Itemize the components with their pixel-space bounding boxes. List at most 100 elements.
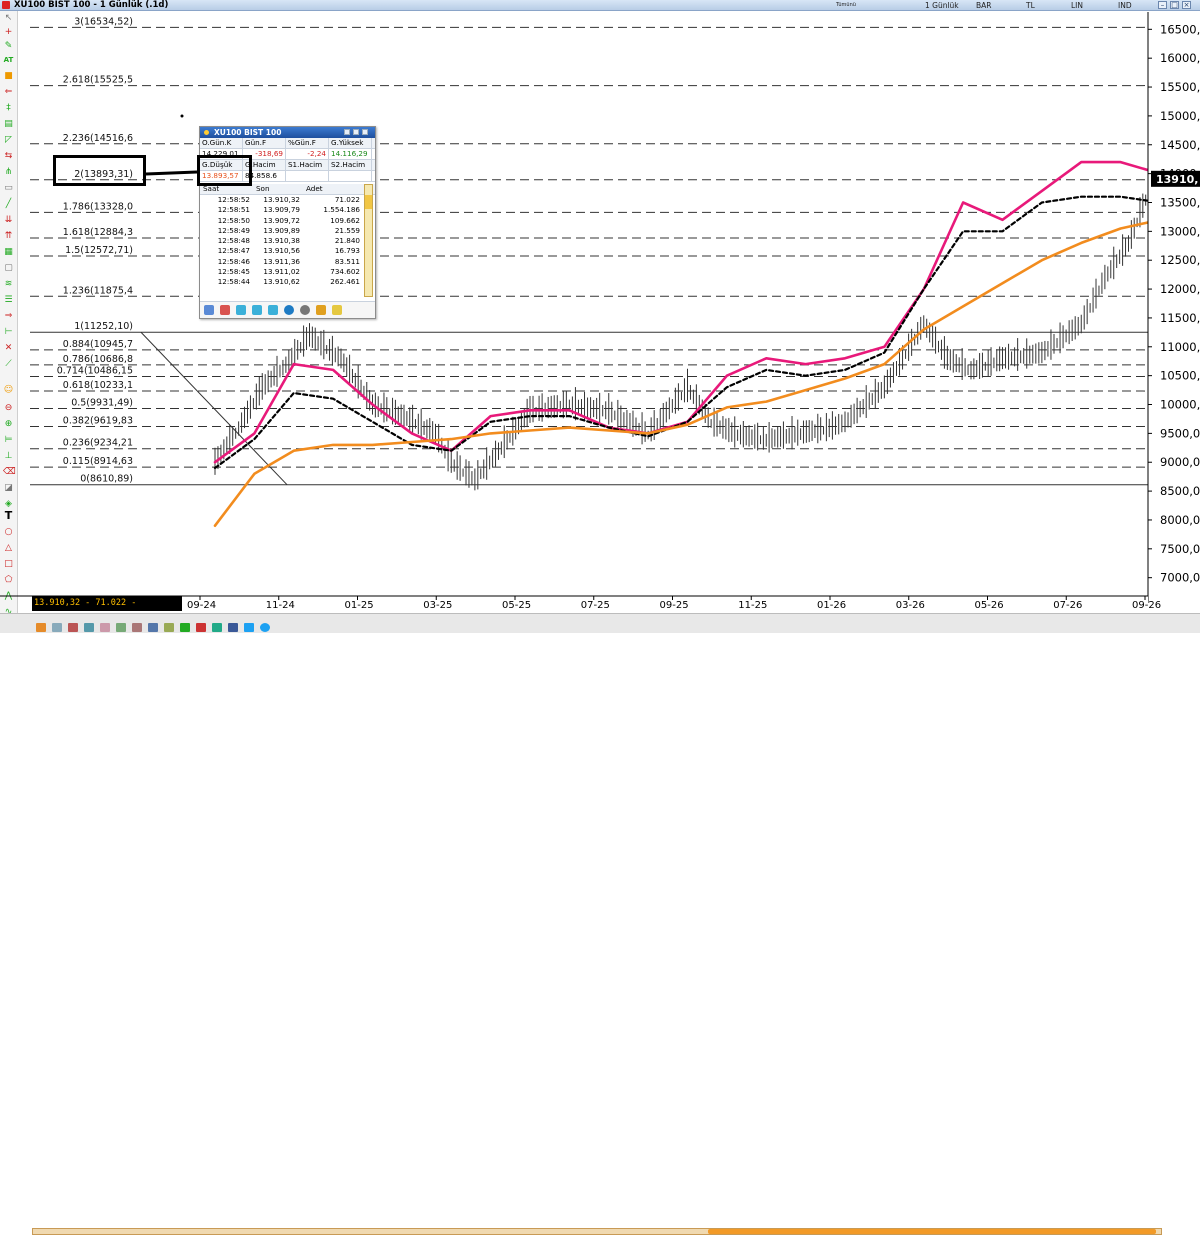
trade-price: 13.909,72 xyxy=(263,215,300,225)
popup-restore-button[interactable] xyxy=(353,129,359,135)
depth-icon[interactable] xyxy=(252,305,262,315)
s1-volume-value xyxy=(286,171,329,181)
trade-qty: 1.554.186 xyxy=(323,205,360,215)
popup-header-row-1: O.Gün.K Gün.F %Gün.F G.Yüksek xyxy=(200,138,375,149)
trade-qty: 734.602 xyxy=(330,267,360,277)
price-tick-label: 16500,0 xyxy=(1160,22,1200,36)
fib-level-label: 1.5(12572,71) xyxy=(65,245,133,256)
trade-qty: 21.559 xyxy=(334,225,360,235)
trade-price: 13.911,02 xyxy=(263,267,300,277)
price-tick-label: 8000,0 xyxy=(1160,513,1200,527)
share-icon[interactable] xyxy=(260,623,270,632)
time-tick-label: 03-26 xyxy=(896,600,925,611)
time-tick-label: 09-25 xyxy=(660,600,689,611)
price-tick-label: 13000,0 xyxy=(1160,224,1200,238)
time-scrollbar-thumb[interactable] xyxy=(708,1229,1156,1234)
highlight-box-fib xyxy=(53,155,146,186)
fib-level-label: 2.236(14516,6 xyxy=(63,133,133,144)
trade-qty: 71.022 xyxy=(334,195,360,204)
pdf-icon[interactable] xyxy=(196,623,206,632)
time-tick-label: 01-26 xyxy=(817,600,846,611)
trade-row: 12:58:49 13.909,89 21.559 xyxy=(200,226,375,236)
twitter-icon[interactable] xyxy=(244,623,254,632)
fib-level-label: 0.618(10233,1 xyxy=(63,380,133,391)
search-icon[interactable] xyxy=(300,305,310,315)
copy-icon[interactable] xyxy=(84,623,94,632)
trade-row: 12:58:51 13.909,79 1.554.186 xyxy=(200,205,375,215)
time-tick-label: 11-25 xyxy=(738,600,767,611)
time-tick-label: 03-25 xyxy=(423,600,452,611)
trades-list[interactable]: 12:58:52 13.910,32 71.022 12:58:51 13.909,7… xyxy=(200,195,375,288)
time-tick-label: 09-24 xyxy=(187,600,216,611)
price-tick-label: 9500,0 xyxy=(1160,426,1200,440)
time-scrollbar[interactable] xyxy=(32,1228,1162,1235)
popup-toolbar xyxy=(200,301,375,318)
popup-minimize-button[interactable] xyxy=(344,129,350,135)
trade-qty: 262.461 xyxy=(330,277,360,287)
trade-price: 13.909,79 xyxy=(263,205,300,215)
trade-qty: 109.662 xyxy=(330,215,360,225)
price-tick-label: 15000,0 xyxy=(1160,109,1200,123)
fib-level-label: 1.618(12884,3 xyxy=(63,227,133,238)
alert-icon[interactable] xyxy=(220,305,230,315)
table-icon[interactable] xyxy=(236,305,246,315)
price-axis-bg xyxy=(1148,12,1200,596)
trade-row: 12:58:45 13.911,02 734.602 xyxy=(200,267,375,277)
trade-price: 13.910,56 xyxy=(263,246,300,256)
trades-scrollbar[interactable] xyxy=(364,184,373,297)
time-tick-label: 05-25 xyxy=(502,600,531,611)
trade-time: 12:58:51 xyxy=(217,205,250,215)
trade-qty: 83.511 xyxy=(334,256,360,266)
time-tick-label: 11-24 xyxy=(266,600,295,611)
last-trade-status: 13.910,32 - 71.022 - 12:58:52 xyxy=(32,596,182,623)
bars-icon[interactable] xyxy=(164,623,174,632)
price-tick-label: 13500,0 xyxy=(1160,195,1200,209)
status-dot-icon xyxy=(204,130,209,135)
list-icon[interactable] xyxy=(268,305,278,315)
info-icon[interactable] xyxy=(284,305,294,315)
highlight-box-low xyxy=(197,155,252,186)
col-pct-change-header: %Gün.F xyxy=(286,138,329,148)
window-icon[interactable] xyxy=(148,623,158,632)
popup-title-bar[interactable]: XU100 BIST 100 xyxy=(200,127,375,138)
time-tick-label: 07-25 xyxy=(581,600,610,611)
zoom-icon[interactable] xyxy=(132,623,142,632)
trade-qty: 21.840 xyxy=(334,236,360,246)
trades-scrollbar-thumb[interactable] xyxy=(365,195,372,209)
excel-icon[interactable] xyxy=(180,623,190,632)
price-tick-label: 11000,0 xyxy=(1160,340,1200,354)
popup-title: XU100 BIST 100 xyxy=(214,128,282,137)
price-tick-label: 16000,0 xyxy=(1160,51,1200,65)
col-change-header: Gün.F xyxy=(243,138,286,148)
trade-time: 12:58:44 xyxy=(217,277,250,287)
trade-row: 12:58:50 13.909,72 109.662 xyxy=(200,216,375,226)
fib-level-label: 0.236(9234,21 xyxy=(63,438,133,449)
price-tick-label: 12000,0 xyxy=(1160,282,1200,296)
trade-time: 12:58:48 xyxy=(217,236,250,246)
col-s1-volume-header: S1.Hacim xyxy=(286,160,329,170)
grid-toggle-icon[interactable] xyxy=(116,623,126,632)
folder-icon[interactable] xyxy=(36,623,46,632)
trade-row: 12:58:52 13.910,32 71.022 xyxy=(200,195,375,205)
price-tick-label: 10000,0 xyxy=(1160,398,1200,412)
col-high-header: G.Yüksek xyxy=(329,138,372,148)
price-chart[interactable]: 3(16534,52)2.618(15525,52.236(14516,62(1… xyxy=(0,0,1200,633)
facebook-icon[interactable] xyxy=(228,623,238,632)
trade-time: 12:58:52 xyxy=(217,195,250,204)
popup-close-button[interactable] xyxy=(362,129,368,135)
trade-time: 12:58:49 xyxy=(217,225,250,235)
layout-icon[interactable] xyxy=(100,623,110,632)
fib-level-label: 0.786(10686,8 xyxy=(63,354,133,365)
trade-row: 12:58:47 13.910,56 16.793 xyxy=(200,246,375,256)
trade-row: 12:58:44 13.910,62 262.461 xyxy=(200,277,375,287)
fib-level-label: 0.115(8914,63 xyxy=(63,456,133,467)
fibonacci-levels: 3(16534,52)2.618(15525,52.236(14516,62(1… xyxy=(30,16,1148,486)
s2-volume-value xyxy=(329,171,372,181)
chart-icon[interactable] xyxy=(204,305,214,315)
folder-icon[interactable] xyxy=(316,305,326,315)
refresh-icon[interactable] xyxy=(212,623,222,632)
time-tick-label: 05-26 xyxy=(975,600,1004,611)
save-icon[interactable] xyxy=(52,623,62,632)
settings-icon[interactable] xyxy=(332,305,342,315)
print-icon[interactable] xyxy=(68,623,78,632)
